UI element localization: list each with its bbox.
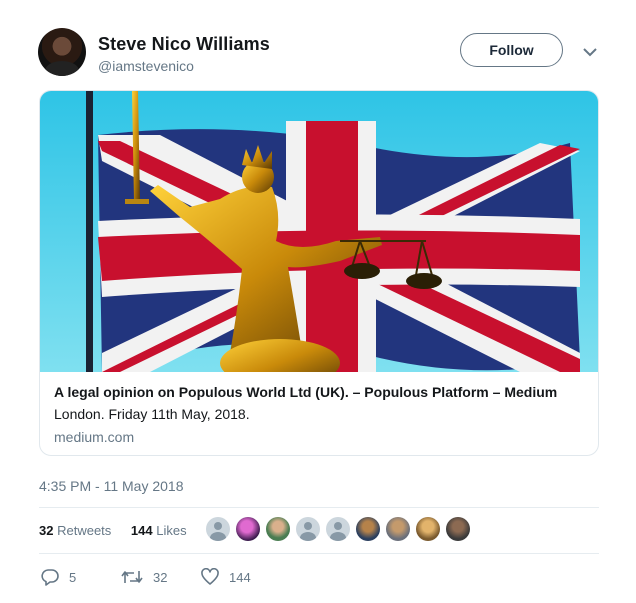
link-card[interactable]: A legal opinion on Populous World Ltd (U… [39,90,599,456]
likes-label[interactable]: Likes [156,523,186,538]
reply-icon [41,569,59,586]
avatar[interactable] [38,28,86,76]
liker-avatar[interactable] [266,517,290,541]
like-count: 144 [229,569,251,585]
author-name[interactable]: Steve Nico Williams [98,34,270,55]
card-description: London. Friday 11th May, 2018. [54,406,250,422]
author-handle[interactable]: @iamstevenico [98,58,194,74]
liker-avatar[interactable] [206,517,230,541]
card-domain: medium.com [54,429,135,445]
follow-button[interactable]: Follow [460,33,563,67]
like-icon [201,568,219,585]
retweets-label[interactable]: Retweets [57,523,111,538]
liker-avatar[interactable] [416,517,440,541]
liker-avatar[interactable] [446,517,470,541]
card-title[interactable]: A legal opinion on Populous World Ltd (U… [54,384,557,400]
divider [39,553,599,554]
liker-avatar[interactable] [386,517,410,541]
retweet-icon [121,571,143,583]
retweet-button[interactable]: 32 [121,568,167,586]
liker-avatar[interactable] [326,517,350,541]
chevron-down-icon[interactable] [583,44,597,62]
reply-button[interactable]: 5 [41,568,76,586]
liker-avatar[interactable] [236,517,260,541]
liker-avatar[interactable] [296,517,320,541]
likes-count[interactable]: 144 [131,523,153,538]
card-image [40,91,598,372]
retweets-count[interactable]: 32 [39,523,53,538]
like-button[interactable]: 144 [201,568,251,586]
liker-avatar[interactable] [356,517,380,541]
retweet-count: 32 [153,569,168,585]
tweet-stats: 32 Retweets 144 Likes [39,523,187,538]
divider [39,507,599,508]
tweet-timestamp[interactable]: 4:35 PM - 11 May 2018 [39,478,183,494]
reply-count: 5 [69,569,77,585]
